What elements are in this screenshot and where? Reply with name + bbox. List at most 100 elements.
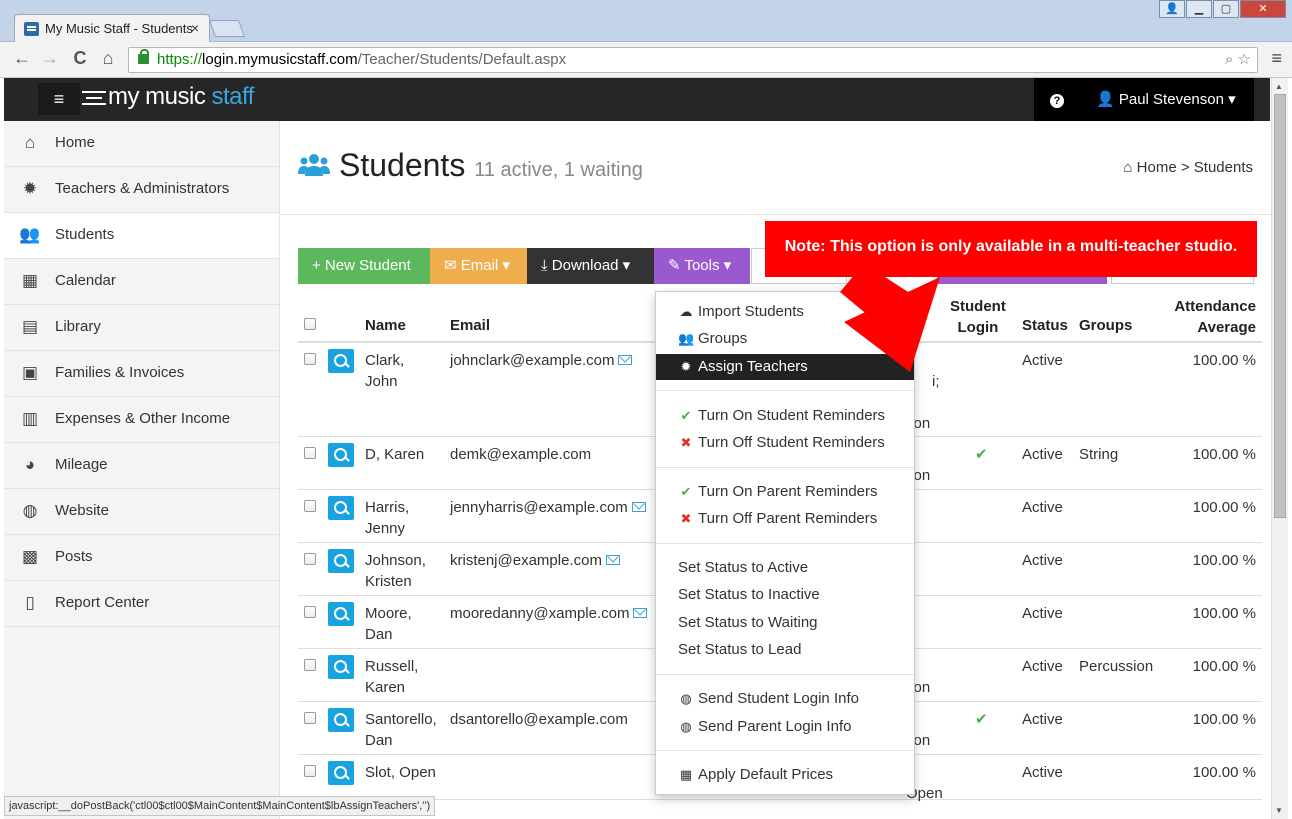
new-student-button[interactable]: + New Student <box>298 248 430 284</box>
menu-item-turn-on-parent-reminders[interactable]: ✔ Turn On Parent Reminders <box>656 479 914 505</box>
sidebar-item-families[interactable]: ▣ Families & Invoices <box>4 351 279 397</box>
logo[interactable]: my music staff <box>82 83 254 111</box>
view-student-search-icon[interactable] <box>328 708 354 732</box>
column-header-attendance[interactable]: Attendance Average <box>1174 296 1256 338</box>
scroll-down-icon[interactable]: ▼ <box>1275 806 1283 815</box>
hamburger-menu-icon[interactable]: ≡ <box>38 83 80 115</box>
sidebar-item-home[interactable]: ⌂ Home <box>4 121 279 167</box>
column-header-groups[interactable]: Groups <box>1079 317 1132 334</box>
sidebar-item-mileage[interactable]: ◕ Mileage <box>4 443 279 489</box>
row-checkbox[interactable] <box>304 712 316 724</box>
row-checkbox[interactable] <box>304 765 316 777</box>
scroll-thumb[interactable] <box>1274 94 1286 518</box>
sidebar-item-students[interactable]: 👥 Students <box>4 213 279 259</box>
sidebar-item-website[interactable]: ◍ Website <box>4 489 279 535</box>
view-student-search-icon[interactable] <box>328 602 354 626</box>
sidebar-item-posts[interactable]: ▩ Posts <box>4 535 279 581</box>
menu-item-send-parent-login[interactable]: ◍ Send Parent Login Info <box>656 714 914 740</box>
maximize-icon[interactable]: ▢ <box>1213 0 1239 18</box>
sidebar-item-expenses[interactable]: ▥ Expenses & Other Income <box>4 397 279 443</box>
student-email[interactable]: johnclark@example.com <box>450 352 614 369</box>
menu-item-send-student-login[interactable]: ◍ Send Student Login Info <box>656 686 914 712</box>
student-status: Active <box>1022 711 1063 728</box>
menu-item-status-waiting[interactable]: Set Status to Waiting <box>656 610 914 636</box>
menu-item-turn-on-student-reminders[interactable]: ✔ Turn On Student Reminders <box>656 403 914 429</box>
view-student-search-icon[interactable] <box>328 443 354 467</box>
student-name[interactable]: D, Karen <box>365 444 424 465</box>
student-name[interactable]: Russell, Karen <box>365 656 418 698</box>
row-checkbox[interactable] <box>304 353 316 365</box>
view-student-search-icon[interactable] <box>328 761 354 785</box>
student-name[interactable]: Santorello, Dan <box>365 709 437 751</box>
users-icon <box>298 154 330 176</box>
view-student-search-icon[interactable] <box>328 349 354 373</box>
address-bar[interactable]: https://login.mymusicstaff.com/Teacher/S… <box>128 47 1258 73</box>
window-close-icon[interactable]: ✕ <box>1240 0 1286 18</box>
minimize-icon[interactable]: ▁ <box>1186 0 1212 18</box>
student-email-cell: demk@example.com <box>450 444 591 465</box>
page-scrollbar[interactable]: ▲ ▼ <box>1271 78 1288 819</box>
breadcrumb-home-link[interactable]: Home <box>1137 159 1177 176</box>
column-header-student-login[interactable]: Student Login <box>950 296 1006 338</box>
menu-item-turn-off-student-reminders[interactable]: ✖ Turn Off Student Reminders <box>656 430 914 456</box>
student-name[interactable]: Harris, Jenny <box>365 497 409 539</box>
globe-icon: ◍ <box>680 719 692 734</box>
select-all-checkbox[interactable] <box>304 318 316 330</box>
envelope-icon[interactable] <box>633 608 648 618</box>
sidebar-item-teachers[interactable]: ✹ Teachers & Administrators <box>4 167 279 213</box>
browser-tab[interactable]: My Music Staff - Students × <box>14 14 210 42</box>
zoom-icon[interactable]: ⌕ <box>1225 51 1233 68</box>
forward-arrow-icon[interactable]: → <box>38 48 62 69</box>
sidebar-item-report-center[interactable]: ▯ Report Center <box>4 581 279 627</box>
row-checkbox[interactable] <box>304 447 316 459</box>
home-icon: ⌂ <box>24 133 36 152</box>
row-checkbox[interactable] <box>304 553 316 565</box>
menu-item-status-active[interactable]: Set Status to Active <box>656 555 914 581</box>
envelope-icon[interactable] <box>631 502 646 512</box>
view-student-search-icon[interactable] <box>328 655 354 679</box>
column-header-email[interactable]: Email <box>450 317 490 334</box>
menu-item-apply-default-prices[interactable]: ▦ Apply Default Prices <box>656 762 914 788</box>
menu-item-status-inactive[interactable]: Set Status to Inactive <box>656 582 914 608</box>
new-tab-button[interactable] <box>208 20 246 37</box>
sidebar-item-label: Report Center <box>55 594 150 611</box>
email-dropdown-button[interactable]: ✉ Email ▾ <box>430 248 527 284</box>
student-email[interactable]: dsantorello@example.com <box>450 711 628 728</box>
menu-item-status-lead[interactable]: Set Status to Lead <box>656 637 914 663</box>
tab-close-icon[interactable]: × <box>191 20 199 36</box>
student-name[interactable]: Slot, Open <box>365 762 436 783</box>
envelope-icon[interactable] <box>618 355 633 365</box>
view-student-search-icon[interactable] <box>328 496 354 520</box>
tools-dropdown-button[interactable]: ✎ Tools ▾ <box>654 248 750 284</box>
sidebar-item-calendar[interactable]: ▦ Calendar <box>4 259 279 305</box>
student-email[interactable]: kristenj@example.com <box>450 552 602 569</box>
scroll-up-icon[interactable]: ▲ <box>1275 82 1283 91</box>
window-user-icon[interactable]: 👤 <box>1159 0 1185 18</box>
student-name[interactable]: Moore, Dan <box>365 603 412 645</box>
student-name[interactable]: Clark, John <box>365 350 404 392</box>
student-email[interactable]: demk@example.com <box>450 446 591 463</box>
sidebar-item-library[interactable]: ▤ Library <box>4 305 279 351</box>
reload-icon[interactable]: C <box>68 48 92 69</box>
user-menu-button[interactable]: 👤 Paul Stevenson ▾ <box>1080 78 1254 121</box>
download-dropdown-button[interactable]: ⤓ Download ▾ <box>527 248 654 284</box>
row-checkbox[interactable] <box>304 659 316 671</box>
bookmark-star-icon[interactable]: ☆ <box>1238 51 1251 68</box>
row-checkbox[interactable] <box>304 500 316 512</box>
menu-item-turn-off-parent-reminders[interactable]: ✖ Turn Off Parent Reminders <box>656 506 914 532</box>
back-arrow-icon[interactable]: ← <box>10 48 34 69</box>
student-email-cell: mooredanny@xample.com <box>450 603 648 624</box>
chevron-down-icon: ▾ <box>1228 91 1236 108</box>
envelope-icon[interactable] <box>605 555 620 565</box>
column-header-name[interactable]: Name <box>365 317 406 334</box>
view-student-search-icon[interactable] <box>328 549 354 573</box>
browser-menu-icon[interactable]: ≡ <box>1271 48 1282 69</box>
menu-item-label: Send Parent Login Info <box>698 718 852 735</box>
student-name[interactable]: Johnson, Kristen <box>365 550 426 592</box>
row-checkbox[interactable] <box>304 606 316 618</box>
column-header-status[interactable]: Status <box>1022 317 1068 334</box>
help-button[interactable]: ? <box>1034 78 1080 121</box>
home-icon[interactable]: ⌂ <box>96 48 120 69</box>
student-email[interactable]: jennyharris@example.com <box>450 499 628 516</box>
student-email[interactable]: mooredanny@xample.com <box>450 605 629 622</box>
